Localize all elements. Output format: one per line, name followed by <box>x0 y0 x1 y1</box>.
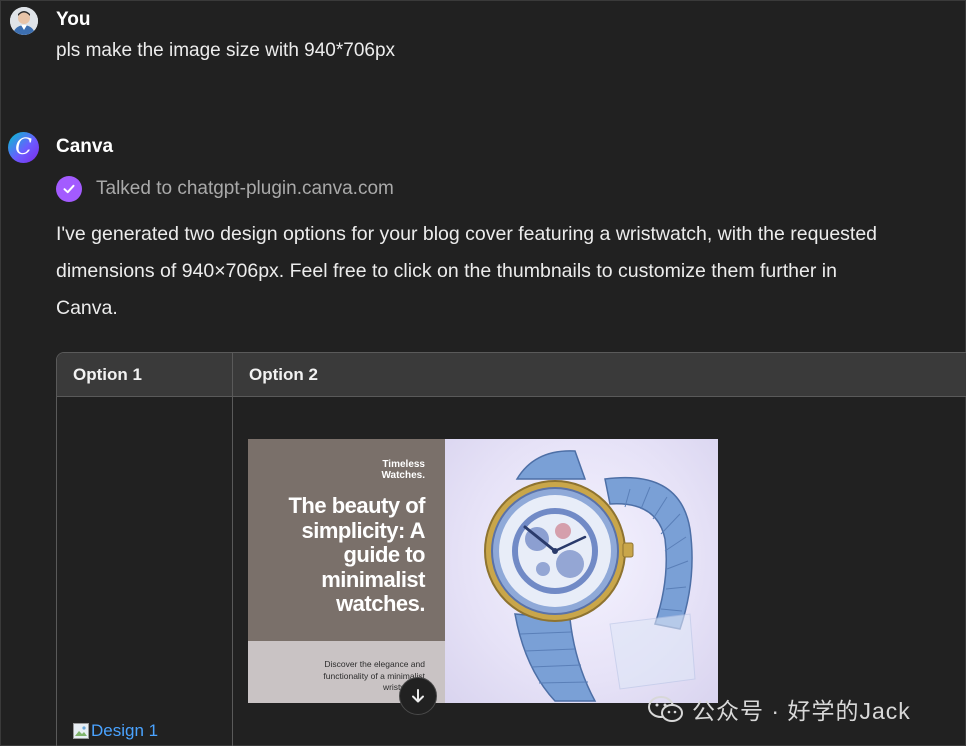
column-header-option-2: Option 2 <box>249 365 318 384</box>
design-title-line: simplicity: A <box>301 517 426 543</box>
user-message-text: pls make the image size with 940*706px <box>56 40 396 61</box>
broken-image-icon <box>73 723 89 739</box>
assistant-message-line: Canva. <box>56 297 118 319</box>
design-title: The beauty of simplicity: A guide to min… <box>250 493 426 617</box>
option-1-thumbnail-link[interactable]: Design 1 <box>73 721 158 741</box>
plugin-status-row[interactable]: Talked to chatgpt-plugin.canva.com <box>56 175 394 203</box>
arrow-down-icon <box>412 689 424 703</box>
design-kicker-line: Watches. <box>381 470 425 481</box>
scroll-to-bottom-button[interactable] <box>399 677 437 715</box>
design-kicker-line: Timeless <box>382 459 425 470</box>
design-options-table: Option 1 Option 2 Design 1 Timeless Watc… <box>56 352 966 746</box>
user-author-name: You <box>56 9 91 30</box>
option-1-alt-text: Design 1 <box>91 721 159 740</box>
assistant-message-line: I've generated two design options for yo… <box>56 223 878 245</box>
design-subtitle-line: Discover the elegance and <box>324 659 425 669</box>
watermark-text: 公众号 · 好学的Jack <box>692 698 911 724</box>
watermark: 公众号 · 好学的Jack <box>646 693 911 725</box>
design-text-panel: Timeless Watches. The beauty of simplici… <box>248 439 445 703</box>
wristwatch-photo <box>445 439 718 703</box>
design-subtitle-line: functionality of a minimalist <box>323 670 425 681</box>
design-title-line: The beauty of <box>288 493 425 518</box>
assistant-message-line: dimensions of 940×706px. Feel free to cl… <box>56 260 837 282</box>
design-title-line: guide to <box>343 542 425 567</box>
design-kicker: Timeless Watches. <box>305 459 425 481</box>
design-title-line: watches. <box>336 591 425 616</box>
chat-window: You pls make the image size with 940*706… <box>0 0 966 746</box>
canva-logo-letter: C <box>15 135 32 160</box>
column-header-option-1: Option 1 <box>73 365 142 384</box>
plugin-status-text: Talked to chatgpt-plugin.canva.com <box>96 178 394 199</box>
assistant-message-text: I've generated two design options for yo… <box>56 216 956 327</box>
wristwatch-illustration <box>484 450 696 702</box>
assistant-author-name: Canva <box>56 136 114 157</box>
option-2-thumbnail[interactable]: Timeless Watches. The beauty of simplici… <box>248 439 718 703</box>
column-divider <box>232 353 233 746</box>
user-avatar <box>10 7 38 35</box>
table-header-row: Option 1 Option 2 <box>57 353 966 397</box>
design-title-line: minimalist <box>321 566 425 592</box>
check-badge-icon <box>56 176 82 202</box>
canva-logo-icon: C <box>8 132 39 163</box>
wechat-icon <box>648 696 683 722</box>
